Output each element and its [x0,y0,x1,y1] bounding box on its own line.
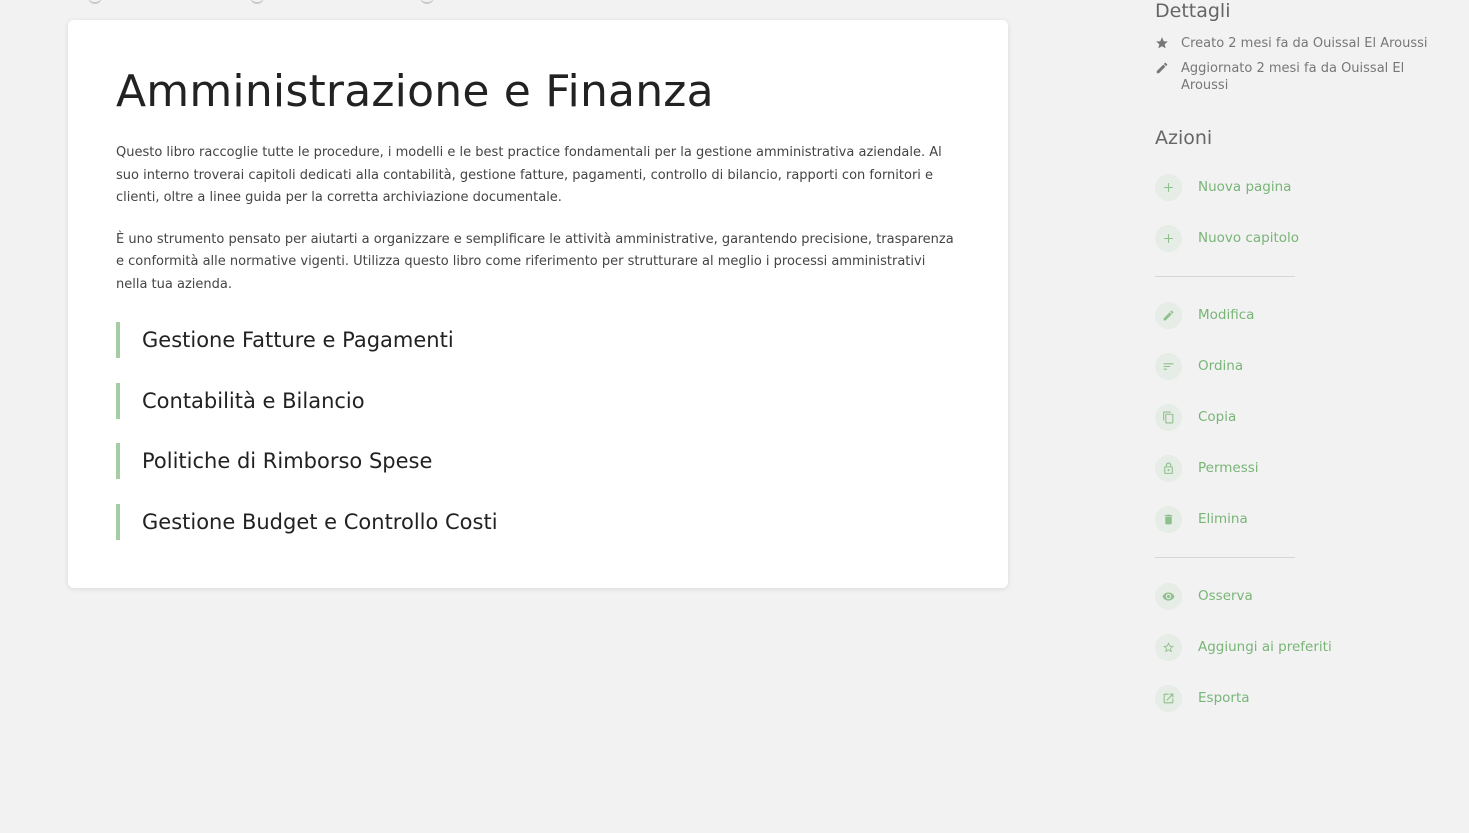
breadcrumb-icon [250,0,264,4]
add-favorite-label: Aggiungi ai preferiti [1198,639,1332,655]
delete-button[interactable]: Elimina [1155,505,1248,533]
chapter-item[interactable]: Politiche di Rimborso Spese [116,443,960,479]
details-heading: Dettagli [1155,0,1231,22]
page: Amministrazione e Finanza Questo libro r… [0,0,1469,833]
new-chapter-button[interactable]: Nuovo capitolo [1155,224,1299,252]
pencil-icon [1156,62,1168,74]
new-page-button[interactable]: Nuova pagina [1155,173,1291,201]
divider [1155,557,1295,558]
watch-label: Osserva [1198,588,1253,604]
permissions-label: Permessi [1198,460,1259,476]
detail-updated-text: Aggiornato 2 mesi fa da Ouissal El Arous… [1181,61,1405,93]
watch-button[interactable]: Osserva [1155,582,1253,610]
add-favorite-button[interactable]: Aggiungi ai preferiti [1155,633,1332,661]
book-title: Amministrazione e Finanza [116,66,714,117]
book-description: È uno strumento pensato per aiutarti a o… [116,231,954,292]
edit-label: Modifica [1198,307,1255,323]
delete-label: Elimina [1198,511,1248,527]
export-label: Esporta [1198,690,1250,706]
chapter-title: Politiche di Rimborso Spese [142,449,433,473]
breadcrumb-icon [420,0,434,4]
eye-icon [1155,582,1182,610]
export-button[interactable]: Esporta [1155,684,1250,712]
pencil-icon [1155,301,1182,329]
chapter-item[interactable]: Gestione Fatture e Pagamenti [116,322,960,358]
edit-button[interactable]: Modifica [1155,301,1254,329]
chapter-item[interactable]: Contabilità e Bilancio [116,382,960,419]
chapter-title: Gestione Fatture e Pagamenti [142,328,454,352]
detail-created: Creato 2 mesi fa da Ouissal El Aroussi [1155,35,1455,52]
actions-heading: Azioni [1155,127,1213,149]
new-page-label: Nuova pagina [1198,179,1292,195]
chapter-title: Gestione Budget e Controllo Costi [142,509,498,534]
sort-label: Ordina [1198,358,1244,374]
copy-icon [1155,403,1182,431]
star-icon [1156,37,1168,49]
plus-icon [1155,224,1182,252]
chapter-item[interactable]: Gestione Budget e Controllo Costi [116,503,960,540]
permissions-button[interactable]: Permessi [1155,454,1259,482]
copy-label: Copia [1198,409,1237,425]
trash-icon [1155,505,1182,533]
copy-button[interactable]: Copia [1155,403,1236,431]
sort-icon [1155,352,1182,380]
divider [1155,276,1295,277]
star-outline-icon [1155,633,1182,661]
lock-icon [1155,454,1182,482]
breadcrumb [88,0,448,4]
book-card: Amministrazione e Finanza Questo libro r… [68,20,1008,588]
export-icon [1155,684,1182,712]
chapter-list: Gestione Fatture e Pagamenti Contabilità… [116,322,960,540]
book-description: Questo libro raccoglie tutte le procedur… [116,145,942,205]
detail-created-text: Creato 2 mesi fa da Ouissal El Aroussi [1181,36,1428,51]
sort-button[interactable]: Ordina [1155,352,1243,380]
chapter-title: Contabilità e Bilancio [142,388,365,413]
detail-updated: Aggiornato 2 mesi fa da Ouissal El Arous… [1155,60,1455,94]
breadcrumb-icon [88,0,102,4]
new-chapter-label: Nuovo capitolo [1198,230,1300,246]
plus-icon [1155,173,1182,201]
